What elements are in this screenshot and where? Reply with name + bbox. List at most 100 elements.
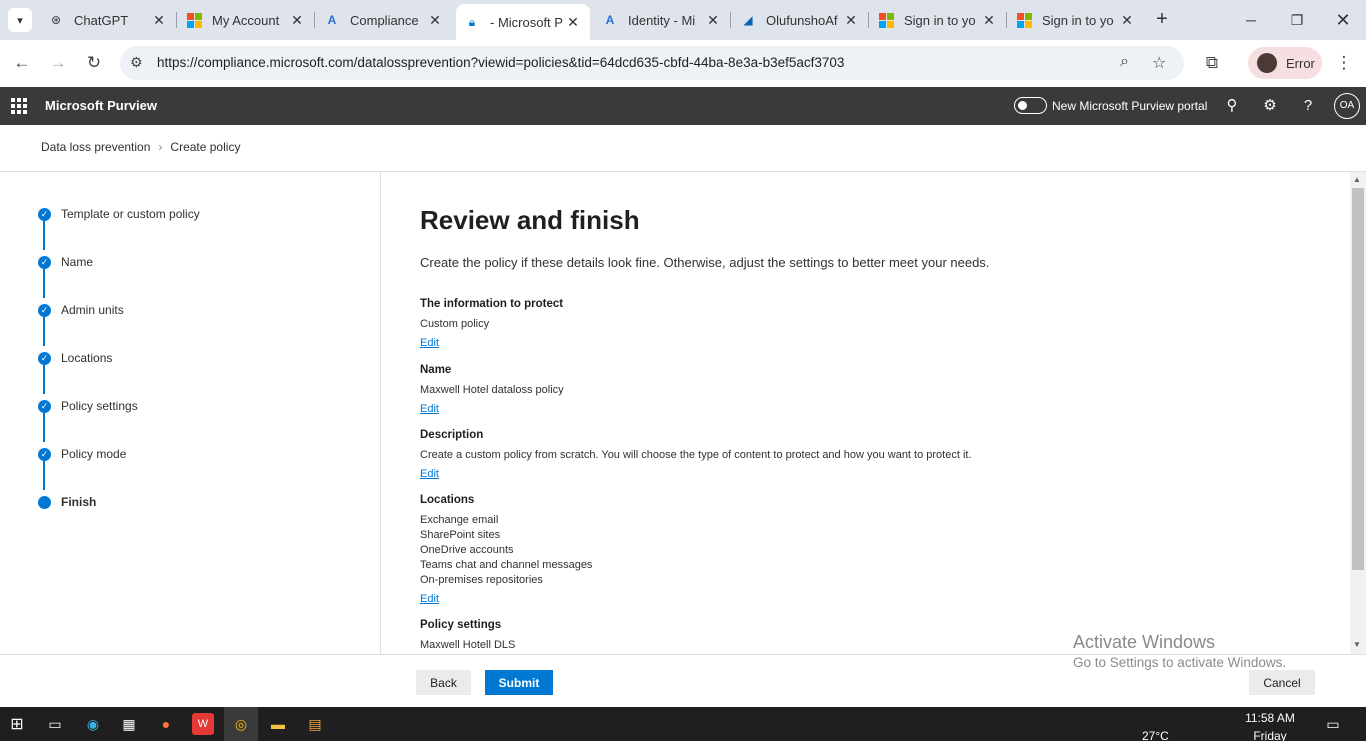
firefox-icon[interactable]: ● xyxy=(155,713,177,735)
profile-button[interactable]: Error xyxy=(1248,47,1322,79)
browser-tab[interactable]: A Identity - Mi ✕ xyxy=(594,6,730,34)
edit-information-link[interactable]: Edit xyxy=(420,337,439,349)
chrome-icon[interactable]: ◎ xyxy=(230,713,252,735)
browser-tab[interactable]: ◢ OlufunshoAf ✕ xyxy=(732,6,868,34)
extensions-icon[interactable]: ⧉ xyxy=(1200,51,1224,75)
checkmark-icon: ✓ xyxy=(38,303,51,317)
vertical-scrollbar[interactable]: ▲ ▼ xyxy=(1350,172,1366,654)
step-locations[interactable]: ✓ Locations xyxy=(38,351,112,365)
app-header: Microsoft Purview New Microsoft Purview … xyxy=(0,87,1366,125)
tab-close-icon[interactable]: ✕ xyxy=(704,12,722,29)
checkmark-icon: ✓ xyxy=(38,351,51,365)
sticky-notes-icon[interactable]: ▤ xyxy=(304,713,326,735)
review-pane: Review and finish Create the policy if t… xyxy=(420,172,1340,654)
edit-name-link[interactable]: Edit xyxy=(420,403,439,415)
edit-locations-link[interactable]: Edit xyxy=(420,593,439,605)
section-policy-settings: Policy settings Maxwell Hotell DLS xyxy=(420,619,516,651)
close-window-button[interactable]: ✕ xyxy=(1320,0,1366,40)
tab-close-icon[interactable]: ✕ xyxy=(426,12,444,29)
tab-close-icon[interactable]: ✕ xyxy=(150,12,168,29)
step-policy-mode[interactable]: ✓ Policy mode xyxy=(38,447,126,461)
forward-arrow-icon[interactable]: → xyxy=(46,51,70,75)
new-portal-toggle-label: New Microsoft Purview portal xyxy=(1052,99,1208,113)
microsoft-logo-icon xyxy=(878,12,894,28)
help-icon[interactable]: ? xyxy=(1298,96,1318,116)
community-icon[interactable]: ⚲ xyxy=(1222,96,1242,116)
app-launcher-icon[interactable] xyxy=(11,98,27,114)
new-tab-button[interactable]: + xyxy=(1150,8,1174,32)
url-text[interactable]: https://compliance.microsoft.com/datalos… xyxy=(157,55,844,70)
avatar xyxy=(1257,53,1277,73)
step-template[interactable]: ✓ Template or custom policy xyxy=(38,207,200,221)
site-info-icon[interactable]: ⚙︎ xyxy=(130,54,143,71)
section-name: Name Maxwell Hotel dataloss policy Edit xyxy=(420,364,564,415)
browser-tab-active[interactable]: 🔒︎ - Microsoft P ✕ xyxy=(456,4,590,40)
tab-close-icon[interactable]: ✕ xyxy=(980,12,998,29)
page-description: Create the policy if these details look … xyxy=(420,255,990,270)
browser-toolbar: ← → ↻ ⚙︎ https://compliance.microsoft.co… xyxy=(0,40,1366,86)
section-description: Description Create a custom policy from … xyxy=(420,429,972,480)
microsoft-logo-icon xyxy=(186,12,202,28)
activate-windows-watermark: Activate Windows Go to Settings to activ… xyxy=(1073,632,1287,670)
breadcrumb-root-link[interactable]: Data loss prevention xyxy=(41,140,150,154)
back-button[interactable]: Back xyxy=(416,670,471,695)
weather-temperature[interactable]: 27°C xyxy=(1142,729,1169,741)
browser-tab[interactable]: Sign in to yo ✕ xyxy=(1008,6,1144,34)
address-bar[interactable]: ⚙︎ https://compliance.microsoft.com/data… xyxy=(120,46,1184,80)
user-avatar[interactable]: OA xyxy=(1334,93,1360,119)
breadcrumb-current: Create policy xyxy=(170,140,241,154)
tab-close-icon[interactable]: ✕ xyxy=(564,14,582,31)
checkmark-icon: ✓ xyxy=(38,399,51,413)
cancel-button[interactable]: Cancel xyxy=(1249,670,1315,695)
step-finish[interactable]: Finish xyxy=(38,495,96,509)
onedrive-icon: ◢ xyxy=(743,13,753,27)
taskbar-clock[interactable]: 11:58 AM Friday xyxy=(1230,711,1310,741)
file-explorer-icon[interactable]: ▬ xyxy=(267,713,289,735)
checkmark-icon: ✓ xyxy=(38,207,51,221)
edit-description-link[interactable]: Edit xyxy=(420,468,439,480)
browser-tab[interactable]: My Account ✕ xyxy=(178,6,314,34)
bookmark-star-icon[interactable]: ☆ xyxy=(1152,53,1166,73)
browser-tab[interactable]: Sign in to yo ✕ xyxy=(870,6,1006,34)
section-locations: Locations Exchange email SharePoint site… xyxy=(420,494,593,605)
scroll-down-arrow-icon[interactable]: ▼ xyxy=(1353,640,1361,649)
submit-button[interactable]: Submit xyxy=(485,670,553,695)
chevron-right-icon: › xyxy=(158,140,163,154)
more-menu-icon[interactable]: ⋮ xyxy=(1332,51,1356,75)
browser-tab[interactable]: A Compliance ✕ xyxy=(316,6,452,34)
reload-icon[interactable]: ↻ xyxy=(82,51,106,75)
checkmark-icon: ✓ xyxy=(38,447,51,461)
tab-close-icon[interactable]: ✕ xyxy=(1118,12,1136,29)
store-icon[interactable]: ▦ xyxy=(118,713,140,735)
app-title[interactable]: Microsoft Purview xyxy=(45,98,157,113)
new-portal-toggle[interactable] xyxy=(1014,97,1047,114)
chatgpt-icon: ⊛ xyxy=(50,13,62,27)
wps-icon[interactable]: W xyxy=(192,713,214,735)
page-title: Review and finish xyxy=(420,205,640,235)
task-view-icon[interactable]: ▭ xyxy=(44,713,66,735)
browser-tab-strip: ▾ ⊛ ChatGPT ✕ My Account ✕ A Compliance … xyxy=(0,0,1366,40)
back-arrow-icon[interactable]: ← xyxy=(10,51,34,75)
minimize-button[interactable]: ─ xyxy=(1228,0,1274,40)
tab-search-button[interactable]: ▾ xyxy=(8,8,32,32)
windows-start-icon[interactable]: ⊞ xyxy=(6,713,28,735)
browser-tab[interactable]: ⊛ ChatGPT ✕ xyxy=(40,6,176,34)
gear-icon[interactable]: ⚙ xyxy=(1260,96,1280,116)
restore-button[interactable]: ❐ xyxy=(1274,0,1320,40)
breadcrumb: Data loss prevention › Create policy xyxy=(41,140,240,154)
step-policy-settings[interactable]: ✓ Policy settings xyxy=(38,399,138,413)
step-name[interactable]: ✓ Name xyxy=(38,255,93,269)
scrollbar-thumb[interactable] xyxy=(1352,188,1364,570)
tab-close-icon[interactable]: ✕ xyxy=(288,12,306,29)
step-admin-units[interactable]: ✓ Admin units xyxy=(38,303,124,317)
edge-icon[interactable]: ◉ xyxy=(82,713,104,735)
zoom-icon[interactable]: ⌕ xyxy=(1120,53,1129,71)
windows-taskbar: ⊞ ▭ ◉ ▦ ● W ◎ ▬ ▤ 27°C 11:58 AM Friday ▭ xyxy=(0,707,1366,741)
checkmark-icon: ✓ xyxy=(38,255,51,269)
lock-icon: 🔒︎ xyxy=(468,14,476,29)
tab-close-icon[interactable]: ✕ xyxy=(842,12,860,29)
scroll-up-arrow-icon[interactable]: ▲ xyxy=(1353,175,1361,184)
microsoft-logo-icon xyxy=(1016,12,1032,28)
azure-icon: A xyxy=(605,13,615,27)
notifications-icon[interactable]: ▭ xyxy=(1322,713,1344,735)
